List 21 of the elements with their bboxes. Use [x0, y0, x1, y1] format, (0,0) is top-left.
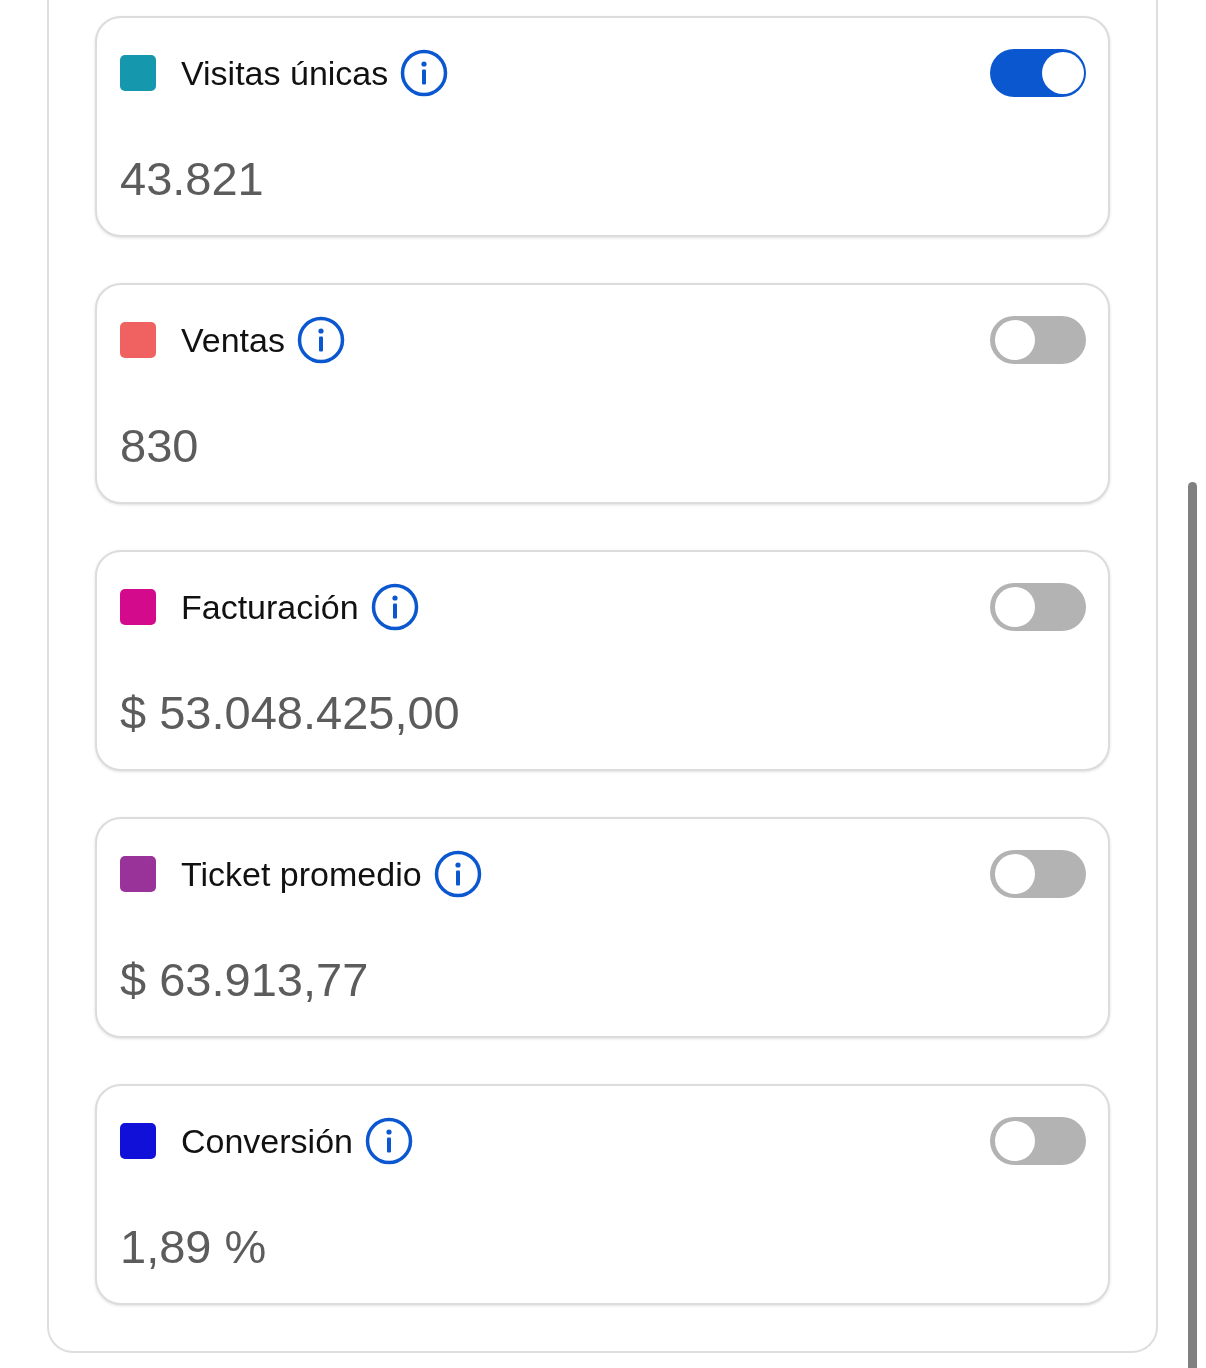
toggle-switch[interactable]	[990, 1117, 1086, 1165]
metric-value: 1,89 %	[120, 1219, 267, 1275]
toggle-switch[interactable]	[990, 316, 1086, 364]
metric-label: Conversión	[181, 1121, 353, 1161]
metric-value: $ 53.048.425,00	[120, 685, 460, 741]
scrollbar-thumb[interactable]	[1188, 482, 1197, 1368]
toggle-switch[interactable]	[990, 583, 1086, 631]
metric-value: 830	[120, 418, 199, 474]
metric-label: Ventas	[181, 320, 285, 360]
metric-value: 43.821	[120, 151, 264, 207]
metric-label: Facturación	[181, 587, 359, 627]
info-icon[interactable]	[433, 850, 482, 898]
metric-label: Visitas únicas	[181, 53, 389, 93]
info-icon[interactable]	[400, 49, 449, 97]
info-icon[interactable]	[365, 1117, 413, 1165]
info-icon[interactable]	[370, 583, 419, 631]
toggle-switch[interactable]	[990, 49, 1086, 97]
metric-label: Ticket promedio	[181, 854, 422, 894]
metric-value: $ 63.913,77	[120, 952, 369, 1008]
info-icon[interactable]	[297, 316, 345, 364]
toggle-switch[interactable]	[990, 850, 1086, 898]
